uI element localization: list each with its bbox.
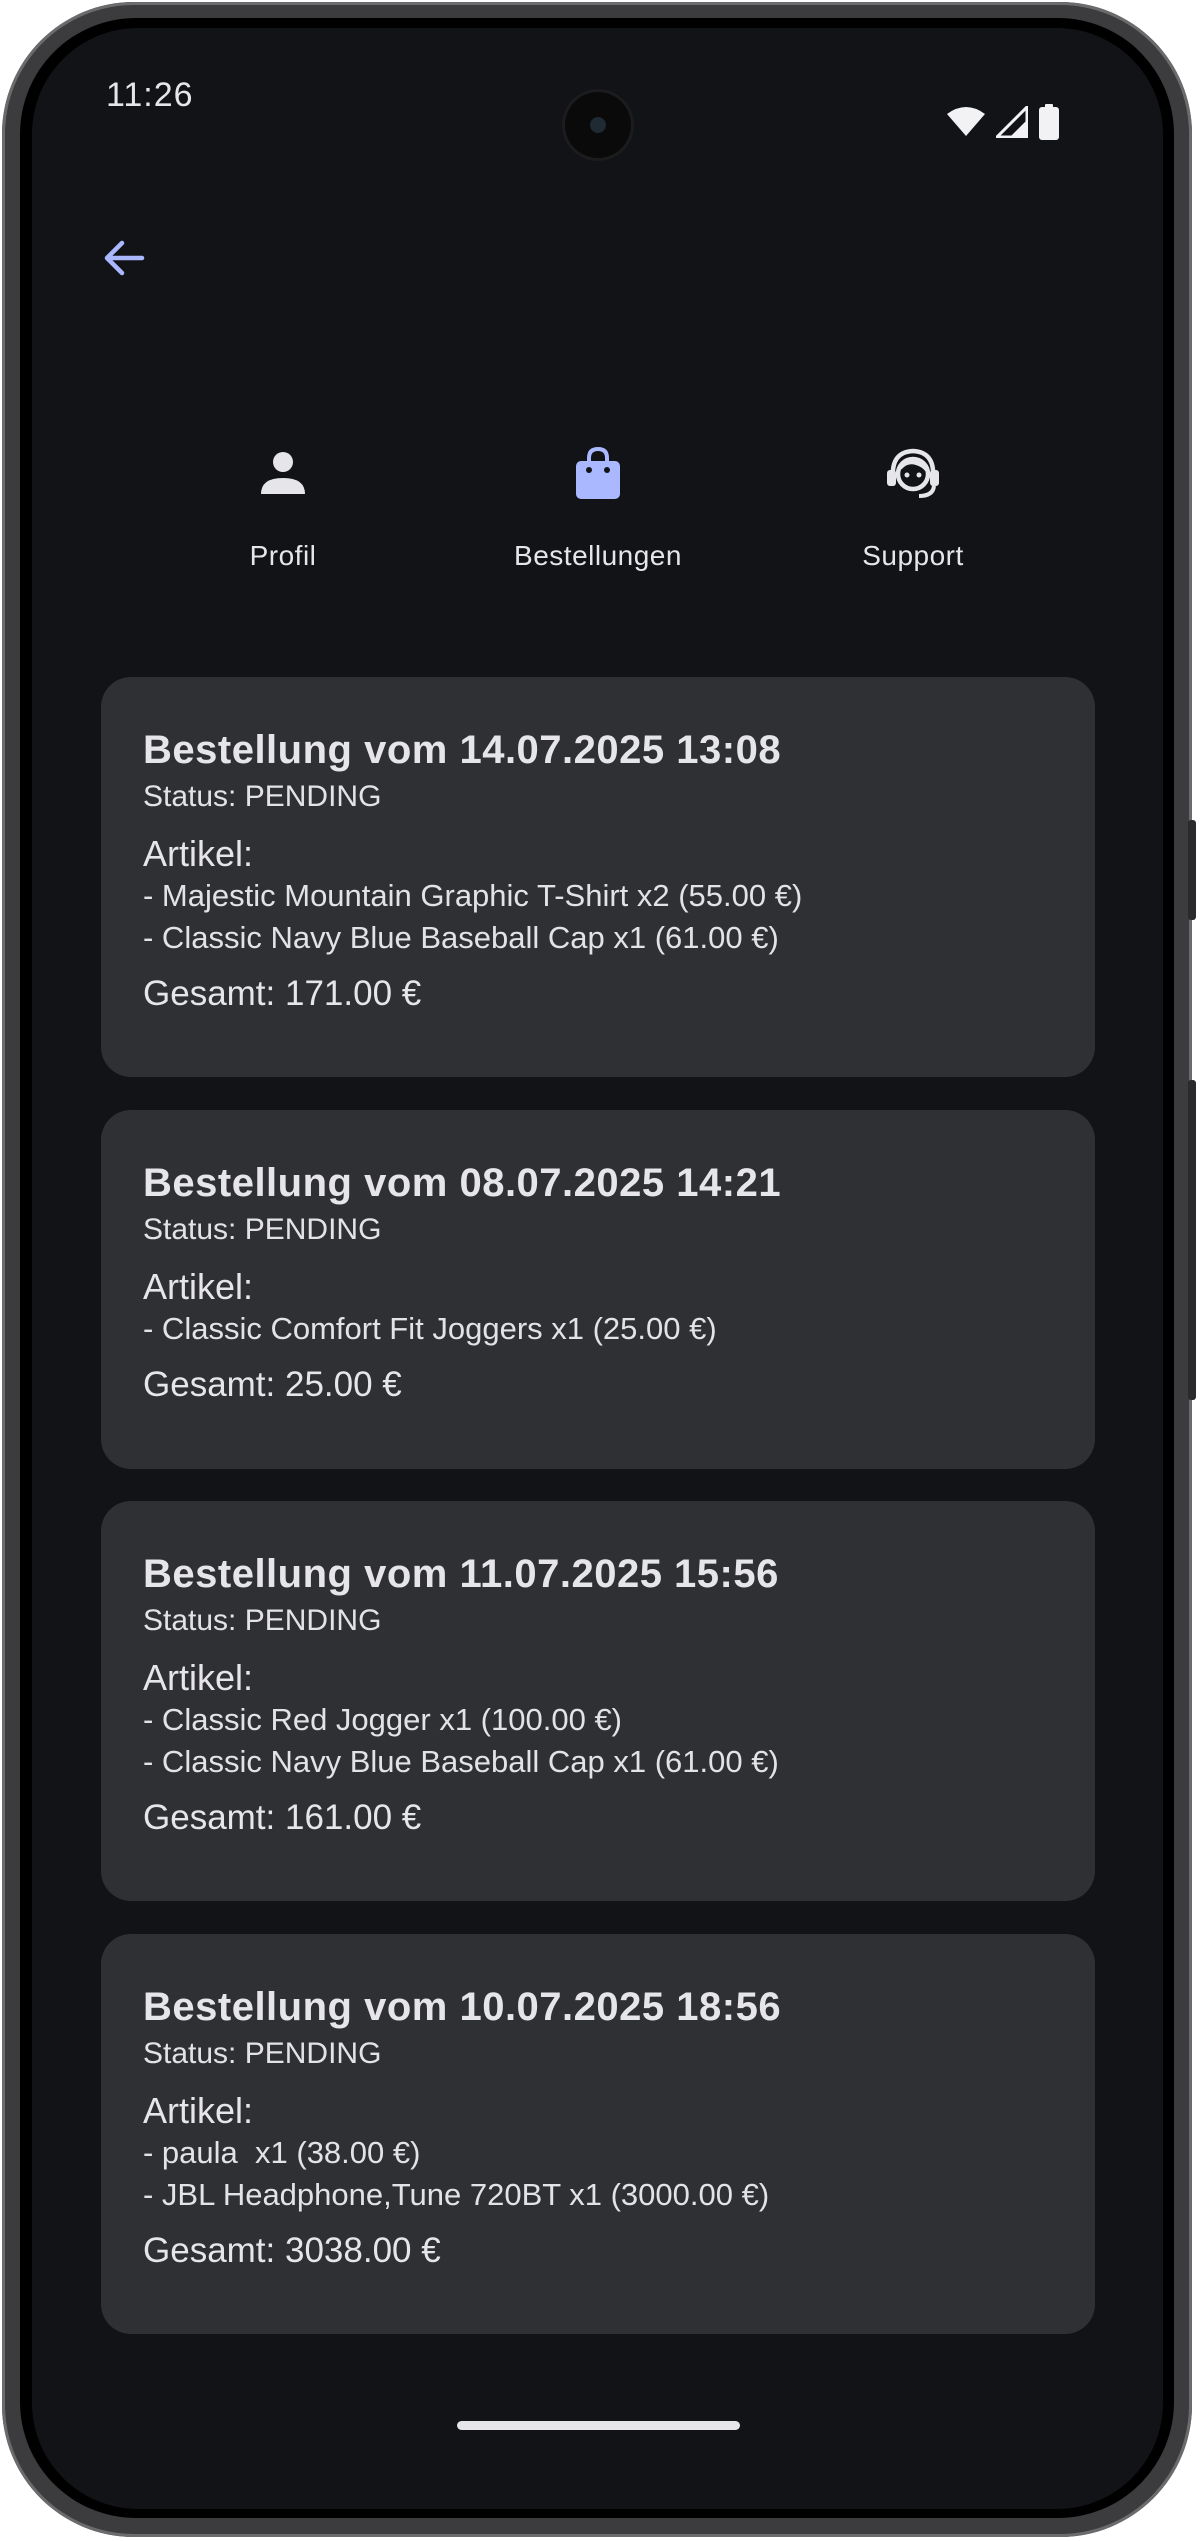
- status-icons: [946, 102, 1060, 145]
- phone-device: 11:26 Profil Bestellungen Support Bestel…: [0, 0, 1200, 2541]
- order-item: - Classic Navy Blue Baseball Cap x1 (61.…: [143, 920, 779, 955]
- order-artikel-label: Artikel:: [143, 833, 254, 874]
- order-status: Status: PENDING: [143, 780, 382, 813]
- order-total: Gesamt: 25.00 €: [143, 1365, 402, 1404]
- order-item: - Classic Comfort Fit Joggers x1 (25.00 …: [143, 1311, 717, 1346]
- order-item: - Classic Red Jogger x1 (100.00 €): [143, 1702, 623, 1737]
- order-artikel-label: Artikel:: [143, 2090, 254, 2131]
- order-title: Bestellung vom 10.07.2025 18:56: [143, 1985, 782, 2029]
- status-time: 11:26: [106, 76, 194, 114]
- tab-profil-label: Profil: [249, 540, 317, 571]
- volume-button: [1188, 1080, 1196, 1400]
- tab-support[interactable]: Support: [793, 430, 1033, 572]
- signal-icon: [993, 102, 1029, 143]
- arrow-left-icon: [100, 234, 148, 287]
- order-status: Status: PENDING: [143, 1604, 382, 1637]
- order-total: Gesamt: 171.00 €: [143, 974, 422, 1013]
- order-title: Bestellung vom 11.07.2025 15:56: [143, 1552, 779, 1596]
- tab-bestellungen-label: Bestellungen: [514, 540, 682, 571]
- order-artikel-label: Artikel:: [143, 1657, 254, 1698]
- order-item: - Majestic Mountain Graphic T-Shirt x2 (…: [143, 878, 803, 913]
- account-tabs: Profil Bestellungen Support: [0, 430, 1200, 600]
- order-title: Bestellung vom 14.07.2025 13:08: [143, 728, 782, 772]
- order-status: Status: PENDING: [143, 1213, 382, 1246]
- order-card[interactable]: Bestellung vom 14.07.2025 13:08 Status: …: [101, 677, 1095, 1077]
- order-artikel-label: Artikel:: [143, 1266, 254, 1307]
- order-item: - Classic Navy Blue Baseball Cap x1 (61.…: [143, 1744, 779, 1779]
- battery-icon: [1038, 103, 1060, 145]
- front-camera: [565, 92, 631, 158]
- order-card[interactable]: Bestellung vom 08.07.2025 14:21 Status: …: [101, 1110, 1095, 1469]
- order-total: Gesamt: 3038.00 €: [143, 2231, 441, 2270]
- support-agent-icon: [883, 446, 943, 505]
- power-button: [1188, 820, 1196, 920]
- order-item: - paula x1 (38.00 €): [143, 2135, 421, 2170]
- back-button[interactable]: [96, 232, 152, 288]
- order-title: Bestellung vom 08.07.2025 14:21: [143, 1161, 782, 1205]
- order-total: Gesamt: 161.00 €: [143, 1798, 422, 1837]
- order-card[interactable]: Bestellung vom 11.07.2025 15:56 Status: …: [101, 1501, 1095, 1901]
- tab-support-label: Support: [862, 540, 964, 571]
- home-indicator[interactable]: [457, 2421, 740, 2430]
- tab-bestellungen[interactable]: Bestellungen: [478, 430, 718, 572]
- order-status: Status: PENDING: [143, 2037, 382, 2070]
- order-card[interactable]: Bestellung vom 10.07.2025 18:56 Status: …: [101, 1934, 1095, 2334]
- shopping-bag-icon: [574, 446, 622, 505]
- person-icon: [258, 448, 308, 503]
- tab-profil[interactable]: Profil: [163, 430, 403, 572]
- wifi-icon: [946, 106, 986, 143]
- order-item: - JBL Headphone,Tune 720BT x1 (3000.00 €…: [143, 2177, 770, 2212]
